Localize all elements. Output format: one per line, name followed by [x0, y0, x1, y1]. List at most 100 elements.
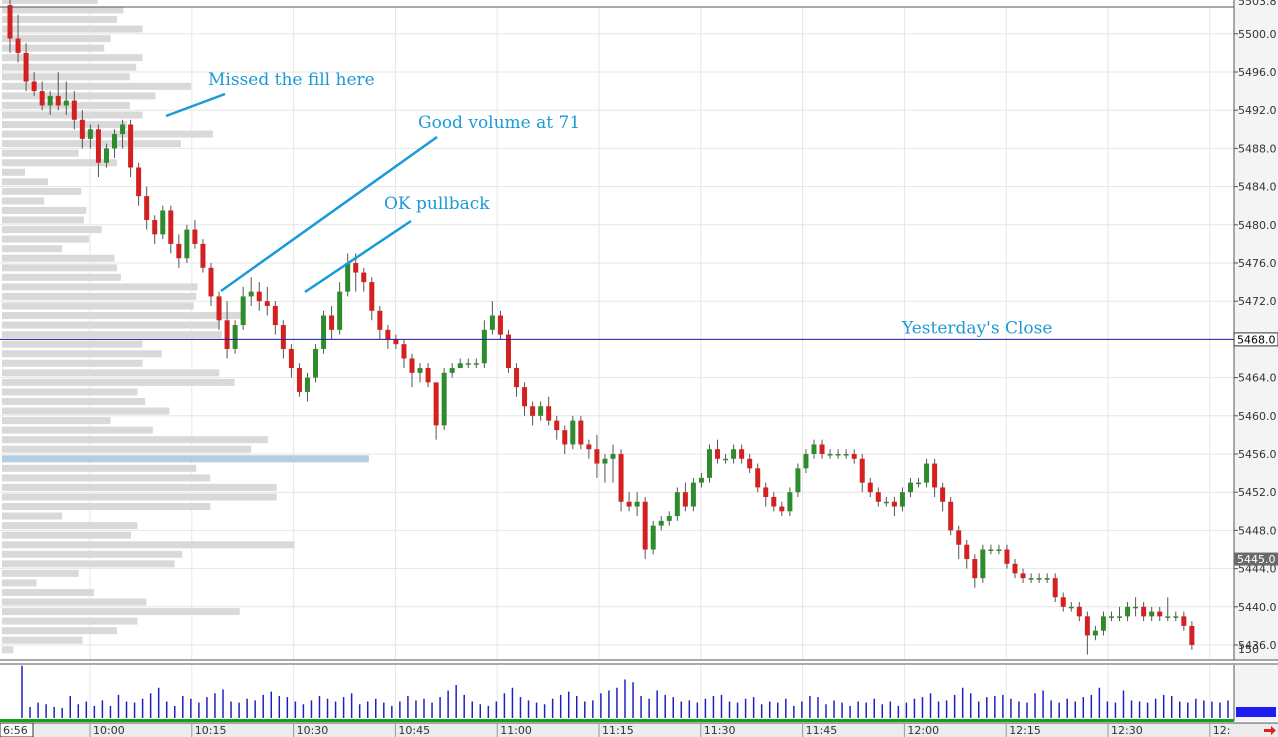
candle-body [7, 5, 13, 39]
candle-body [618, 454, 624, 502]
candle-body [71, 100, 77, 120]
candle-body [940, 487, 946, 502]
candle-body [345, 263, 351, 292]
candle-body [674, 492, 680, 517]
profile-bar [2, 378, 235, 386]
time-tick-label: 11:00 [500, 724, 532, 737]
candle-body [401, 344, 407, 359]
price-tick-label: 5500.0 [1238, 28, 1277, 41]
candle-body [1189, 625, 1195, 645]
price-tick-label: 5484.0 [1238, 181, 1277, 194]
candle-body [964, 544, 970, 560]
candle-body [288, 348, 294, 369]
candle-body [578, 420, 584, 445]
candle-body [55, 95, 61, 106]
candle-body [433, 382, 439, 426]
candle-body [497, 315, 503, 335]
profile-bar [2, 292, 197, 300]
profile-bar [2, 464, 197, 472]
candle-body [144, 196, 150, 221]
candle-body [337, 291, 343, 330]
candle-body [763, 487, 769, 497]
candle-body [232, 325, 238, 349]
candle-body [642, 501, 648, 550]
profile-bar [2, 436, 268, 444]
profile-bar [2, 445, 252, 453]
candle-body [1149, 611, 1155, 617]
yesterdays-close-price: 5468.0 [1237, 333, 1276, 346]
candle-body [112, 134, 118, 149]
profile-bar [2, 617, 138, 625]
candle-body [1181, 616, 1187, 626]
candle-body [907, 482, 913, 493]
session-bar [0, 719, 1234, 722]
profile-bar [2, 149, 79, 157]
profile-bar [2, 0, 98, 4]
candle-body [626, 501, 632, 507]
candle-body [706, 449, 712, 478]
candle-body [385, 329, 391, 340]
candle-body [779, 506, 785, 512]
profile-bar [2, 63, 137, 71]
profile-bar [2, 340, 143, 348]
profile-bar [2, 512, 63, 520]
candle-body [747, 458, 753, 469]
candle-body [570, 420, 576, 445]
candle-body [160, 210, 166, 235]
candle-body [272, 305, 278, 326]
candle-body [988, 549, 994, 551]
candle-body [899, 492, 905, 507]
profile-bar [2, 522, 138, 530]
candle-body [1044, 578, 1050, 580]
candle-body [1141, 606, 1147, 617]
price-tick-label: 5476.0 [1238, 257, 1277, 270]
candle-body [361, 272, 367, 283]
profile-bar [2, 15, 118, 23]
candle-body [1068, 606, 1074, 609]
price-tick-label: 5480.0 [1238, 219, 1277, 232]
profile-bar [2, 627, 118, 635]
profile-bar [2, 503, 211, 511]
candle-body [184, 229, 190, 259]
candle-body [690, 482, 696, 507]
candle-body [224, 320, 230, 349]
candle-body [867, 482, 873, 493]
profile-bar [2, 121, 128, 129]
candle-body [948, 501, 954, 531]
profile-bar [2, 569, 79, 577]
candle-body [473, 363, 479, 365]
profile-bar [2, 254, 115, 262]
profile-bar [2, 82, 192, 90]
candle-body [1117, 616, 1123, 618]
candle-body [835, 454, 841, 456]
profile-bar [2, 646, 14, 654]
candle-body [666, 516, 672, 521]
price-tick-label: 5456.0 [1238, 448, 1277, 461]
candle-body [136, 167, 142, 197]
profile-bar [2, 197, 45, 205]
profile-bar [2, 407, 170, 415]
volume-axis-label: 150 [1238, 643, 1259, 656]
candle-body [248, 291, 254, 297]
candle-body [465, 363, 471, 365]
candle-body [1092, 630, 1098, 636]
candle-body [425, 368, 431, 383]
profile-bar [2, 417, 111, 425]
time-tick-label: 10:45 [398, 724, 430, 737]
time-tick-label: 10:30 [297, 724, 329, 737]
profile-bar [2, 92, 156, 100]
candle-body [682, 492, 688, 507]
profile-bar [2, 216, 84, 224]
candle-body [972, 559, 978, 579]
profile-bar [2, 264, 118, 272]
candle-body [530, 406, 536, 416]
candle-body [95, 129, 101, 163]
candle-body [393, 339, 399, 345]
candle-body [522, 387, 528, 407]
candle-body [715, 449, 721, 459]
candle-body [562, 430, 568, 445]
candle-body [152, 220, 158, 235]
candle-body [304, 377, 310, 392]
price-tick-label: 5488.0 [1238, 142, 1277, 155]
candle-body [851, 454, 857, 459]
